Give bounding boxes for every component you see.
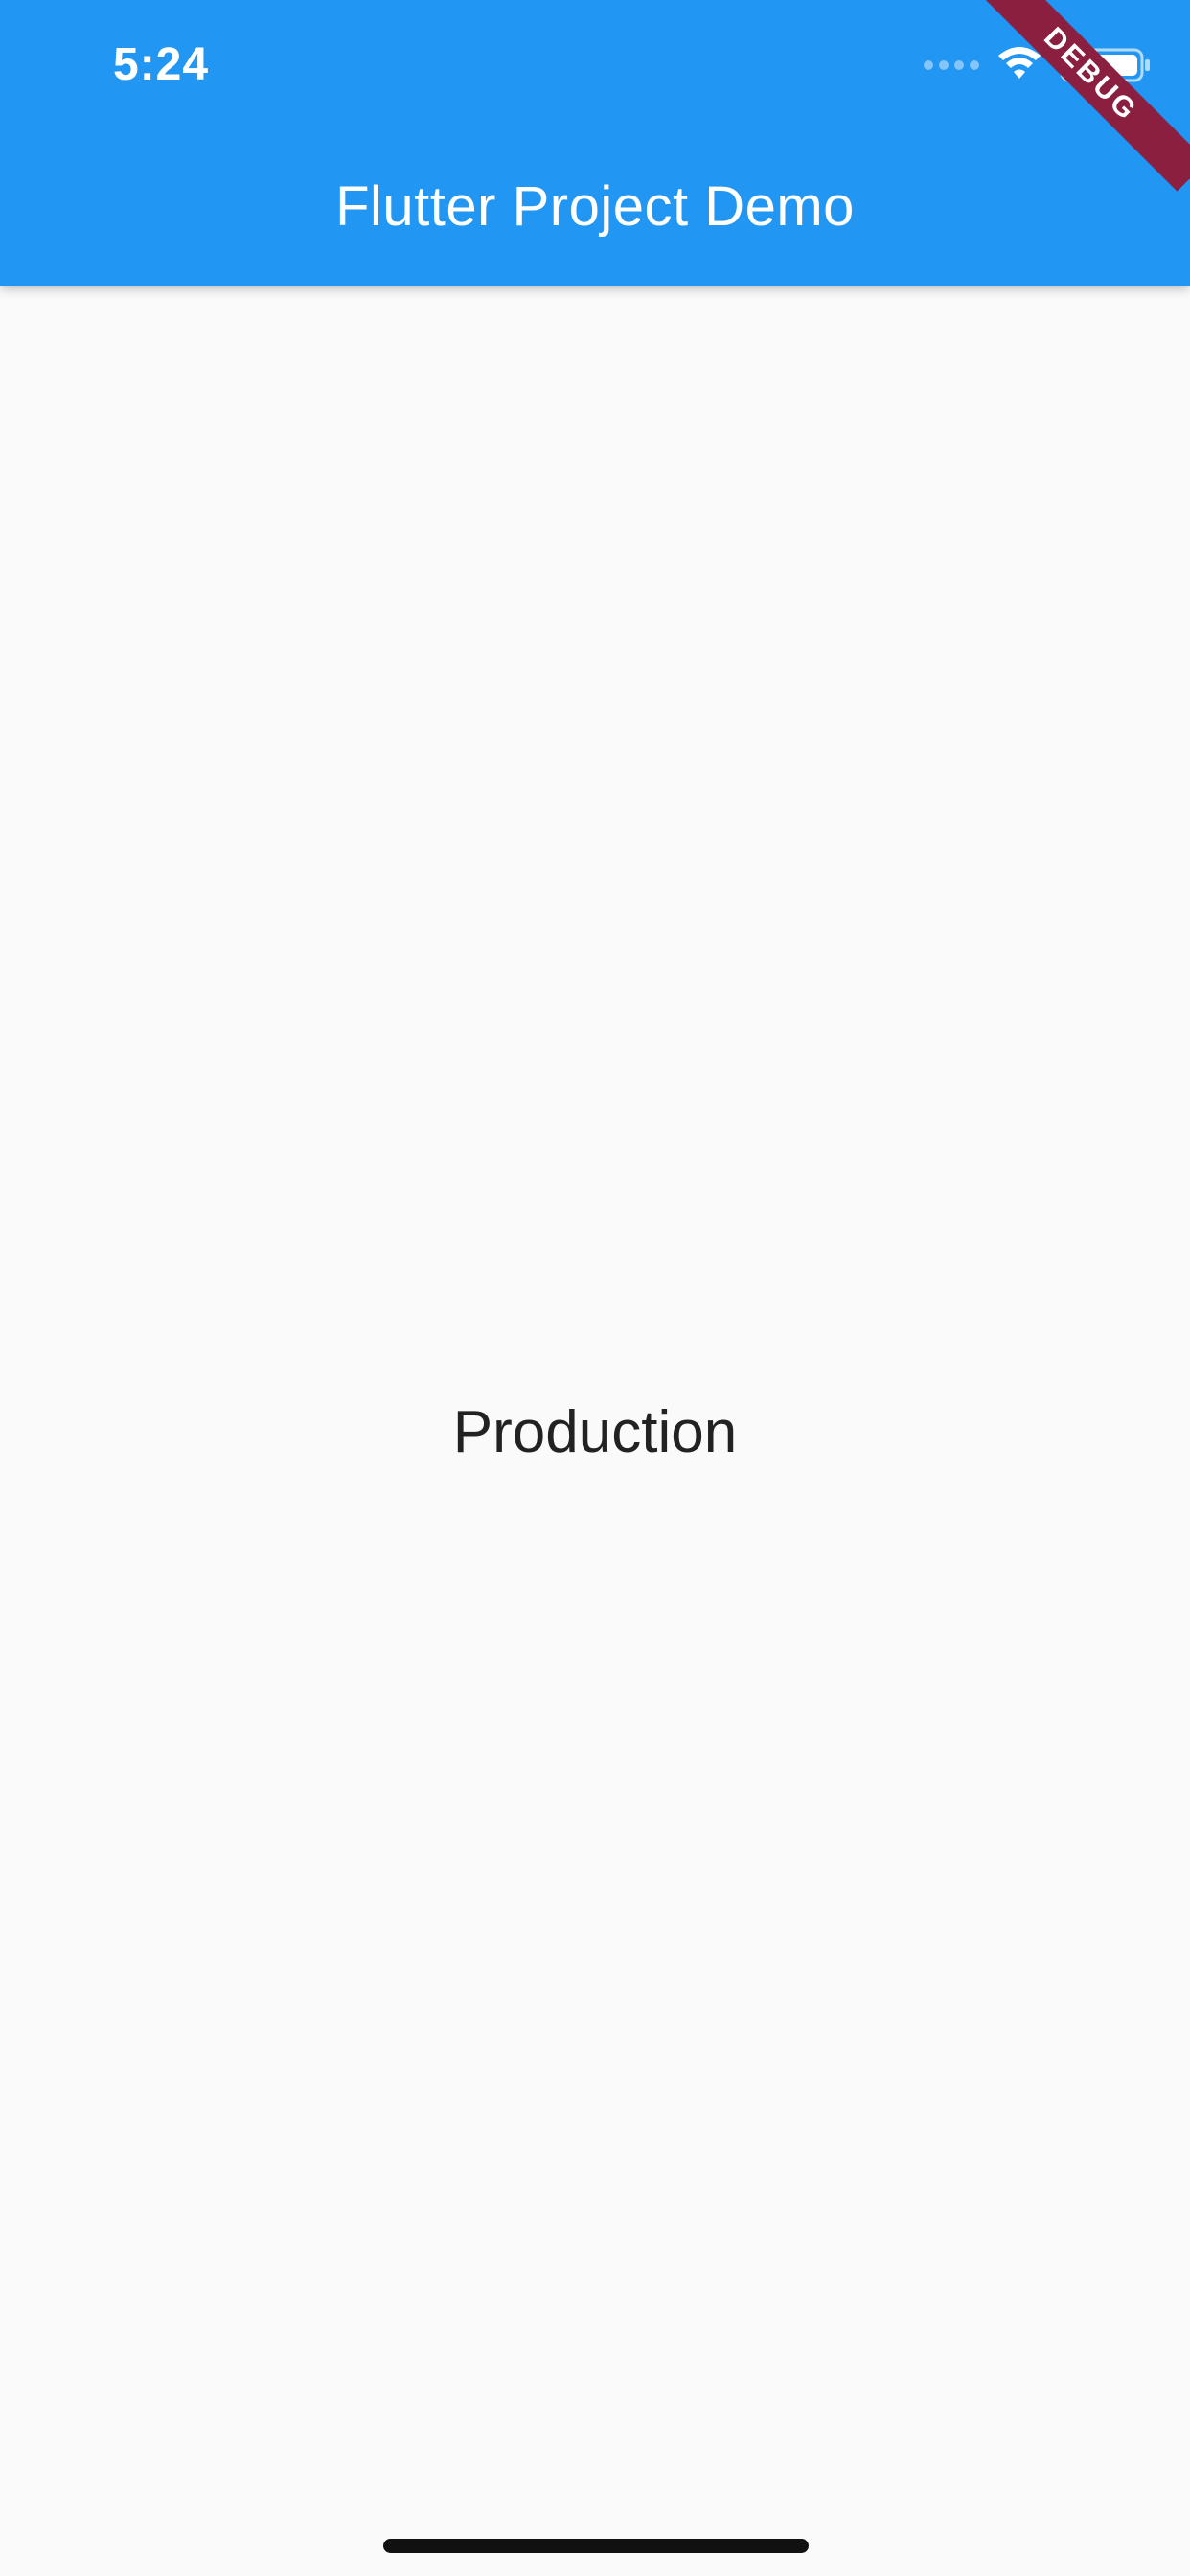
wifi-icon [998, 47, 1041, 79]
home-indicator[interactable] [383, 2539, 809, 2553]
status-time: 5:24 [113, 39, 210, 90]
app-title: Flutter Project Demo [335, 175, 855, 238]
environment-label: Production [452, 1399, 738, 1465]
app-bar: 5:24 Flutter Project Demo [0, 0, 1190, 286]
app-screen: 5:24 Flutter Project Demo DEBUG Producti… [0, 0, 1190, 2576]
signal-dots-icon [924, 60, 979, 70]
